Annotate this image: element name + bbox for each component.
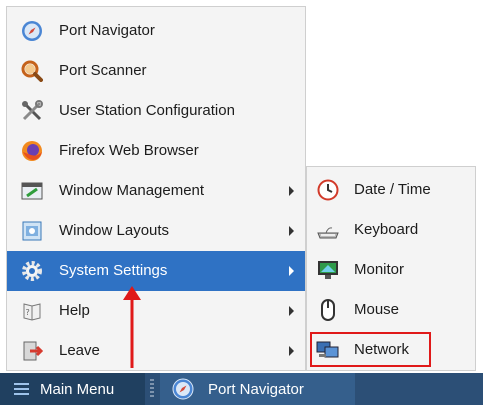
- tools-icon: [21, 100, 43, 122]
- submenu-item-label: Keyboard: [354, 221, 419, 238]
- submenu-arrow-icon: [289, 186, 294, 196]
- clock-icon: [316, 179, 340, 201]
- taskbar: Main Menu Port Navigator: [0, 373, 483, 405]
- monitor-icon: [316, 259, 340, 281]
- menu-item-leave[interactable]: Leave: [7, 331, 305, 371]
- firefox-icon: [21, 140, 43, 162]
- menu-item-window-layouts[interactable]: Window Layouts: [7, 211, 305, 251]
- submenu-item-label: Mouse: [354, 301, 400, 318]
- taskbar-app-label: Port Navigator: [208, 381, 304, 398]
- compass-icon: [172, 378, 194, 400]
- system-settings-submenu: Date / Time Keyboard Monitor Mouse Netwo…: [306, 166, 476, 371]
- submenu-item-monitor[interactable]: Monitor: [307, 250, 475, 290]
- menu-item-label: Leave: [59, 342, 100, 359]
- menu-item-label: Port Navigator: [59, 22, 155, 39]
- menu-item-label: Help: [59, 302, 90, 319]
- menu-item-label: User Station Configuration: [59, 102, 235, 119]
- submenu-arrow-icon: [289, 226, 294, 236]
- submenu-item-mouse[interactable]: Mouse: [307, 290, 475, 330]
- submenu-item-label: Monitor: [354, 261, 405, 278]
- menu-item-firefox[interactable]: Firefox Web Browser: [7, 131, 305, 171]
- leave-door-icon: [21, 340, 43, 362]
- svg-text:?: ?: [26, 308, 30, 317]
- main-menu-label: Main Menu: [40, 381, 115, 398]
- mouse-icon: [316, 299, 340, 321]
- menu-item-port-navigator[interactable]: Port Navigator: [7, 11, 305, 51]
- network-icon: [316, 339, 340, 361]
- window-management-icon: [21, 180, 43, 202]
- gear-icon: [21, 260, 43, 282]
- submenu-arrow-icon: [289, 306, 294, 316]
- menu-item-window-management[interactable]: Window Management: [7, 171, 305, 211]
- keyboard-icon: [316, 219, 340, 241]
- taskbar-separator: [150, 379, 154, 399]
- menu-item-help[interactable]: ? Help: [7, 291, 305, 331]
- submenu-item-keyboard[interactable]: Keyboard: [307, 210, 475, 250]
- menu-item-label: Port Scanner: [59, 62, 147, 79]
- menu-item-label: System Settings: [59, 262, 168, 279]
- submenu-item-label: Network: [354, 341, 410, 358]
- menu-item-system-settings[interactable]: System Settings: [7, 251, 305, 291]
- submenu-item-label: Date / Time: [354, 181, 431, 198]
- submenu-item-network[interactable]: Network: [307, 330, 475, 370]
- help-book-icon: ?: [21, 300, 43, 322]
- submenu-arrow-icon: [289, 346, 294, 356]
- annotation-arrow-icon: [123, 286, 141, 368]
- menu-item-port-scanner[interactable]: Port Scanner: [7, 51, 305, 91]
- window-layouts-icon: [21, 220, 43, 242]
- taskbar-app-port-navigator[interactable]: Port Navigator: [160, 373, 355, 405]
- submenu-arrow-icon: [289, 266, 294, 276]
- menu-item-label: Firefox Web Browser: [59, 142, 199, 159]
- magnifier-icon: [21, 60, 43, 82]
- hamburger-icon: [14, 383, 29, 395]
- menu-item-user-station-configuration[interactable]: User Station Configuration: [7, 91, 305, 131]
- main-menu-button[interactable]: Main Menu: [0, 373, 145, 405]
- main-menu: Port Navigator Port Scanner User Station…: [6, 6, 306, 371]
- menu-item-label: Window Management: [59, 182, 205, 199]
- submenu-item-date-time[interactable]: Date / Time: [307, 170, 475, 210]
- menu-item-label: Window Layouts: [59, 222, 170, 239]
- compass-icon: [21, 20, 43, 42]
